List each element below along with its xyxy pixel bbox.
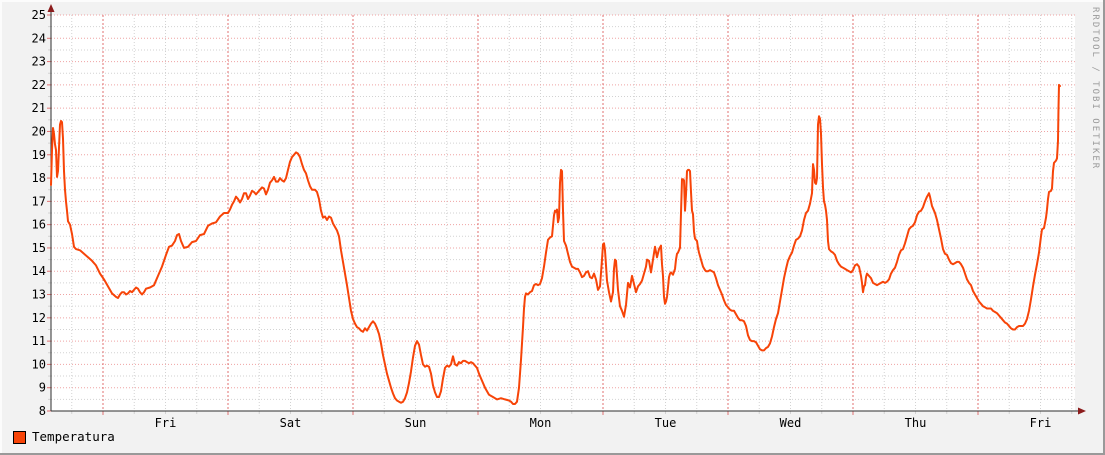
y-axis-label: 16 (32, 218, 46, 232)
y-axis-label: 15 (32, 241, 46, 255)
chart-canvas: 8 9 10 11 12 13 14 15 16 17 18 19 20 21 22 23 24 25 Fri Sat… (0, 0, 1105, 455)
x-axis-label: Sat (280, 416, 302, 430)
y-axis-label: 14 (32, 264, 46, 278)
y-axis-label: 11 (32, 334, 46, 348)
y-axis-label: 24 (32, 31, 46, 45)
rrdtool-watermark: RRDTOOL / TOBI OETIKER (1090, 7, 1100, 170)
y-axis-label: 13 (32, 288, 46, 302)
y-axis-label: 12 (32, 311, 46, 325)
y-axis-label: 23 (32, 55, 46, 69)
x-axis-label: Tue (655, 416, 677, 430)
y-axis-label: 10 (32, 357, 46, 371)
x-axis-label: Mon (530, 416, 552, 430)
y-axis-label: 17 (32, 194, 46, 208)
x-axis-label: Thu (905, 416, 927, 430)
legend-swatch-temperatura (13, 431, 26, 444)
x-axis-arrow (1078, 408, 1086, 415)
legend-label: Temperatura (32, 430, 115, 444)
y-axis-label: 20 (32, 124, 46, 138)
legend: Temperatura (13, 430, 115, 444)
x-axis-label: Wed (780, 416, 802, 430)
y-axis-label: 21 (32, 101, 46, 115)
y-axis-label: 19 (32, 148, 46, 162)
x-axis-label: Fri (1030, 416, 1052, 430)
rrd-graph: 8 9 10 11 12 13 14 15 16 17 18 19 20 21 22 23 24 25 Fri Sat… (0, 0, 1105, 455)
y-axis-label: 8 (39, 404, 46, 418)
x-axis-label: Fri (155, 416, 177, 430)
y-axis-label: 25 (32, 8, 46, 22)
y-axis-label: 18 (32, 171, 46, 185)
y-axis-label: 9 (39, 381, 46, 395)
x-axis-label: Sun (405, 416, 427, 430)
y-axis-label: 22 (32, 78, 46, 92)
y-axis-arrow (48, 4, 55, 12)
